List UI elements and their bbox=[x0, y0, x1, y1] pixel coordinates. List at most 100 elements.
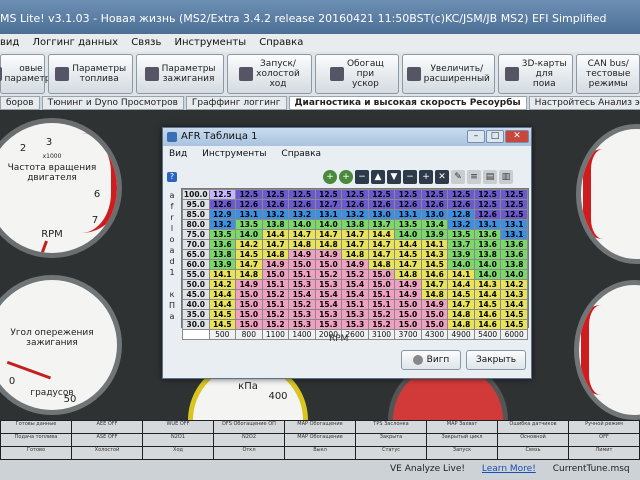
afr-cell[interactable]: 15.2 bbox=[261, 289, 290, 300]
afr-cell[interactable]: 12.6 bbox=[261, 199, 290, 210]
afr-cell[interactable]: 12.5 bbox=[500, 199, 528, 210]
afr-cell[interactable]: 13.6 bbox=[500, 239, 528, 250]
afr-cell[interactable]: 13.2 bbox=[261, 209, 290, 220]
tab-graphing-logging[interactable]: Граффинг логгинг bbox=[185, 96, 287, 110]
afr-cell[interactable]: 14.0 bbox=[394, 229, 422, 240]
afr-cell[interactable]: 15.2 bbox=[367, 309, 396, 320]
interpolate-icon[interactable]: ≡ bbox=[467, 170, 481, 184]
table-icon[interactable]: ▥ bbox=[499, 170, 513, 184]
afr-cell[interactable]: 15.0 bbox=[235, 309, 263, 320]
afr-cell[interactable]: 15.0 bbox=[394, 299, 422, 310]
afr-cell[interactable]: 14.2 bbox=[500, 279, 528, 290]
afr-cell[interactable]: 12.6 bbox=[208, 199, 237, 210]
afr-cell[interactable]: 14.0 bbox=[235, 229, 263, 240]
afr-cell[interactable]: 12.7 bbox=[314, 199, 343, 210]
minus-icon[interactable]: − bbox=[403, 170, 417, 184]
x-axis-value[interactable]: 6000 bbox=[500, 329, 528, 340]
afr-cell[interactable]: 14.3 bbox=[473, 279, 502, 290]
y-axis-value[interactable]: 100.0 bbox=[182, 189, 210, 200]
tab-gauges[interactable]: боров bbox=[0, 96, 40, 110]
ignition-settings-button[interactable]: Параметры зажигания bbox=[136, 54, 224, 94]
afr-cell[interactable]: 14.5 bbox=[420, 259, 449, 270]
afr-cell[interactable]: 14.9 bbox=[288, 249, 316, 260]
x-axis-value[interactable]: 4900 bbox=[447, 329, 475, 340]
afr-cell[interactable]: 14.6 bbox=[473, 319, 502, 330]
afr-cell[interactable]: 15.4 bbox=[314, 299, 343, 310]
y-axis-value[interactable]: 50.0 bbox=[182, 279, 210, 290]
afr-cell[interactable]: 14.4 bbox=[367, 229, 396, 240]
afr-cell[interactable]: 14.7 bbox=[367, 249, 396, 260]
afr-cell[interactable]: 15.0 bbox=[288, 259, 316, 270]
afr-cell[interactable]: 14.1 bbox=[447, 269, 475, 280]
close-button[interactable]: Закрыть bbox=[466, 350, 526, 370]
afr-cell[interactable]: 14.8 bbox=[288, 239, 316, 250]
cancel-icon[interactable]: ✕ bbox=[435, 170, 449, 184]
afr-cell[interactable]: 14.9 bbox=[341, 259, 369, 270]
afr-cell[interactable]: 14.4 bbox=[447, 279, 475, 290]
x-axis-value[interactable]: 3100 bbox=[367, 329, 396, 340]
afr-cell[interactable]: 15.2 bbox=[288, 299, 316, 310]
decrement-icon[interactable]: − bbox=[355, 170, 369, 184]
afr-cell[interactable]: 14.9 bbox=[420, 299, 449, 310]
afr-cell[interactable]: 15.1 bbox=[261, 299, 290, 310]
afr-cell[interactable]: 13.6 bbox=[500, 249, 528, 260]
afr-cell[interactable]: 14.9 bbox=[314, 249, 343, 260]
learn-more-link[interactable]: Learn More! bbox=[482, 464, 536, 474]
afr-cell[interactable]: 15.0 bbox=[235, 319, 263, 330]
afr-cell[interactable]: 15.2 bbox=[341, 269, 369, 280]
afr-cell[interactable]: 14.1 bbox=[420, 239, 449, 250]
afr-cell[interactable]: 14.4 bbox=[208, 289, 237, 300]
afr-cell[interactable]: 14.4 bbox=[500, 299, 528, 310]
afr-cell[interactable]: 14.8 bbox=[447, 309, 475, 320]
afr-cell[interactable]: 12.5 bbox=[500, 209, 528, 220]
afr-cell[interactable]: 13.6 bbox=[208, 239, 237, 250]
afr-cell[interactable]: 14.7 bbox=[447, 299, 475, 310]
afr-cell[interactable]: 13.7 bbox=[367, 219, 396, 230]
y-axis-value[interactable]: 55.0 bbox=[182, 269, 210, 280]
menu-item-help[interactable]: Справка bbox=[259, 37, 303, 48]
afr-cell[interactable]: 15.3 bbox=[288, 319, 316, 330]
y-axis-value[interactable]: 85.0 bbox=[182, 209, 210, 220]
afr-cell[interactable]: 13.1 bbox=[235, 209, 263, 220]
afr-cell[interactable]: 13.1 bbox=[314, 209, 343, 220]
startup-idle-button[interactable]: Запуск/ холостой ход bbox=[226, 54, 313, 94]
can-bus-button[interactable]: CAN bus/ тестовые режимы bbox=[576, 54, 640, 94]
afr-cell[interactable]: 13.2 bbox=[208, 219, 237, 230]
afr-cell[interactable]: 15.0 bbox=[235, 289, 263, 300]
afr-cell[interactable]: 12.5 bbox=[341, 189, 369, 200]
y-axis-value[interactable]: 75.0 bbox=[182, 229, 210, 240]
afr-cell[interactable]: 14.7 bbox=[235, 259, 263, 270]
afr-cell[interactable]: 13.9 bbox=[420, 229, 449, 240]
afr-cell[interactable]: 14.2 bbox=[235, 239, 263, 250]
afr-cell[interactable]: 15.0 bbox=[367, 279, 396, 290]
afr-cell[interactable]: 14.4 bbox=[208, 299, 237, 310]
afr-cell[interactable]: 14.4 bbox=[473, 289, 502, 300]
x-axis-value[interactable]: 800 bbox=[235, 329, 263, 340]
afr-cell[interactable]: 14.8 bbox=[314, 239, 343, 250]
afr-cell[interactable]: 13.2 bbox=[447, 219, 475, 230]
maximize-icon[interactable]: □ bbox=[486, 130, 504, 143]
y-axis-value[interactable]: 60.0 bbox=[182, 259, 210, 270]
afr-cell[interactable]: 15.1 bbox=[261, 279, 290, 290]
afr-cell[interactable]: 14.0 bbox=[288, 219, 316, 230]
3d-maps-button[interactable]: 3D-карты для поиа bbox=[497, 54, 574, 94]
afr-cell[interactable]: 13.1 bbox=[500, 219, 528, 230]
y-axis-value[interactable]: 30.0 bbox=[182, 319, 210, 330]
afr-cell[interactable]: 14.8 bbox=[261, 249, 290, 260]
afr-cell[interactable]: 13.5 bbox=[394, 219, 422, 230]
afr-cell[interactable]: 12.6 bbox=[420, 199, 449, 210]
afr-cell[interactable]: 14.6 bbox=[420, 269, 449, 280]
afr-cell[interactable]: 13.9 bbox=[208, 259, 237, 270]
afr-cell[interactable]: 14.8 bbox=[341, 249, 369, 260]
afr-cell[interactable]: 13.4 bbox=[420, 219, 449, 230]
afr-cell[interactable]: 14.9 bbox=[394, 279, 422, 290]
afr-cell[interactable]: 12.5 bbox=[235, 189, 263, 200]
afr-cell[interactable]: 14.7 bbox=[288, 229, 316, 240]
afr-cell[interactable]: 12.9 bbox=[208, 209, 237, 220]
y-axis-value[interactable]: 95.0 bbox=[182, 199, 210, 210]
afr-cell[interactable]: 15.4 bbox=[341, 289, 369, 300]
afr-cell[interactable]: 12.5 bbox=[367, 189, 396, 200]
afr-cell[interactable]: 14.8 bbox=[420, 289, 449, 300]
afr-cell[interactable]: 15.1 bbox=[367, 289, 396, 300]
arrow-up-icon[interactable]: ▲ bbox=[371, 170, 385, 184]
